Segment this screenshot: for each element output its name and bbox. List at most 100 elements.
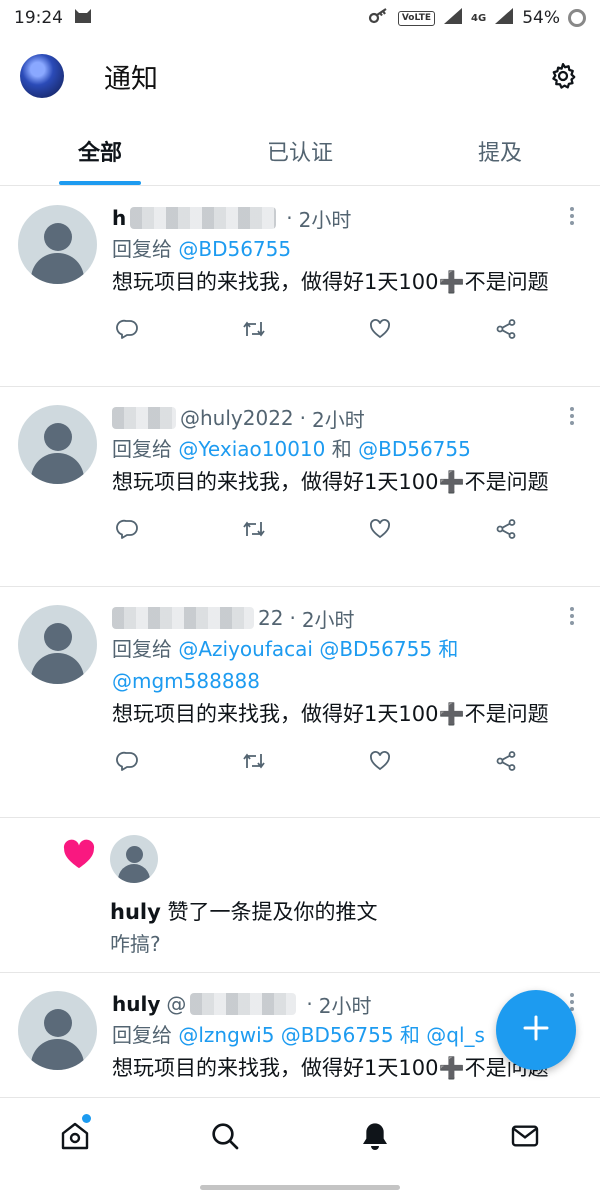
mention-link[interactable]: @ql_s — [426, 1023, 485, 1047]
redacted-name — [130, 207, 277, 229]
liker-name[interactable]: huly — [110, 900, 161, 924]
tab-mentions[interactable]: 提及 — [400, 116, 600, 185]
reply-icon[interactable] — [114, 747, 142, 775]
mention-link[interactable]: @BD56755 — [319, 637, 432, 661]
screen: 19:24 VoLTE 4G 54% 通知 全部 已认证 提及 h · 2小时 … — [0, 0, 600, 1200]
like-icon[interactable] — [366, 515, 394, 543]
redacted-name — [112, 407, 176, 429]
reply-icon[interactable] — [114, 315, 142, 343]
tab-all[interactable]: 全部 — [0, 116, 200, 185]
tweet-item[interactable]: @huly2022 · 2小时 回复给 @Yexiao10010 和 @BD56… — [0, 387, 600, 587]
mention-link[interactable]: @Yexiao10010 — [178, 437, 325, 461]
top-app-bar: 通知 — [0, 36, 600, 116]
avatar[interactable] — [18, 405, 97, 484]
like-summary: huly 赞了一条提及你的推文 — [110, 896, 377, 926]
mail-icon — [509, 1120, 541, 1156]
bottom-nav — [0, 1097, 600, 1177]
retweet-icon[interactable] — [240, 515, 268, 543]
mention-link[interactable]: @mgm588888 — [112, 669, 260, 693]
nav-home[interactable] — [0, 1098, 150, 1177]
search-icon — [209, 1120, 241, 1156]
page-title: 通知 — [104, 63, 158, 95]
reply-prefix: 回复给 — [112, 437, 172, 461]
share-icon[interactable] — [492, 515, 520, 543]
signal-icon-2 — [494, 7, 514, 30]
tab-verified[interactable]: 已认证 — [200, 116, 400, 185]
more-icon[interactable] — [570, 207, 576, 228]
redacted-handle — [190, 993, 297, 1015]
nav-messages[interactable] — [450, 1098, 600, 1177]
plus-icon — [521, 1013, 551, 1047]
key-icon — [368, 7, 390, 30]
retweet-icon[interactable] — [240, 315, 268, 343]
tweet-time: 2小时 — [301, 607, 355, 632]
gear-icon[interactable] — [546, 59, 580, 93]
tweet-time: 2小时 — [318, 993, 372, 1018]
gesture-bar[interactable] — [200, 1185, 400, 1190]
author-handle[interactable]: 22 — [258, 606, 283, 630]
retweet-icon[interactable] — [240, 747, 268, 775]
tweet-actions — [112, 730, 582, 792]
reply-prefix: 回复给 — [112, 1023, 172, 1047]
network-type: 4G — [471, 12, 487, 24]
author-name[interactable]: huly — [112, 992, 160, 1016]
tweet-actions — [112, 298, 582, 360]
reply-icon[interactable] — [114, 515, 142, 543]
tweet-header: h · 2小时 — [112, 203, 582, 233]
like-icon[interactable] — [366, 747, 394, 775]
battery-icon — [568, 9, 586, 27]
mention-link[interactable]: @BD56755 — [178, 237, 291, 261]
and-text: 和 — [331, 437, 352, 461]
mention-link[interactable]: @BD56755 — [281, 1023, 394, 1047]
status-icons: VoLTE 4G 54% — [368, 7, 586, 30]
nav-notifications[interactable] — [300, 1098, 450, 1177]
tab-bar: 全部 已认证 提及 — [0, 116, 600, 186]
like-notification[interactable]: huly 赞了一条提及你的推文 咋搞? — [0, 818, 600, 973]
author-handle[interactable]: @huly2022 — [180, 406, 294, 430]
home-icon — [59, 1120, 91, 1156]
tweet-item[interactable]: h · 2小时 回复给 @BD56755 想玩项目的来找我，做得好1天100➕不… — [0, 187, 600, 387]
compose-button[interactable] — [496, 990, 576, 1070]
share-icon[interactable] — [492, 747, 520, 775]
mention-link[interactable]: @Aziyoufacai — [178, 637, 313, 661]
bell-icon — [359, 1120, 391, 1156]
mention-link[interactable]: @BD56755 — [358, 437, 471, 461]
status-time: 19:24 — [14, 8, 63, 28]
more-icon[interactable] — [570, 607, 576, 628]
redacted-name — [112, 607, 254, 629]
notifications-feed[interactable]: h · 2小时 回复给 @BD56755 想玩项目的来找我，做得好1天100➕不… — [0, 187, 600, 1097]
tweet-text: 想玩项目的来找我，做得好1天100➕不是问题 — [112, 702, 549, 726]
avatar[interactable] — [18, 205, 97, 284]
share-icon[interactable] — [492, 315, 520, 343]
reply-prefix: 回复给 — [112, 237, 172, 261]
liked-tweet-snippet: 咋搞? — [110, 932, 161, 956]
tweet-text: 想玩项目的来找我，做得好1天100➕不是问题 — [112, 470, 549, 494]
volte-badge: VoLTE — [397, 10, 436, 26]
tweet-header: @huly2022 · 2小时 — [112, 403, 582, 433]
tweet-time: 2小时 — [312, 407, 365, 432]
avatar[interactable] — [110, 835, 158, 883]
tweet-actions — [112, 498, 582, 560]
author-handle[interactable]: @ — [166, 992, 186, 1016]
reply-to: 回复给 @Yexiao10010 和 @BD56755 — [112, 433, 582, 465]
and-text: 和 — [399, 1023, 420, 1047]
avatar[interactable] — [18, 991, 97, 1070]
reply-to: 回复给 @BD56755 — [112, 233, 582, 265]
signal-icon — [443, 7, 463, 30]
new-content-dot — [82, 1114, 91, 1123]
nav-search[interactable] — [150, 1098, 300, 1177]
avatar[interactable] — [18, 605, 97, 684]
like-icon[interactable] — [366, 315, 394, 343]
reply-to: 回复给 @Aziyoufacai @BD56755 和 @mgm588888 — [112, 633, 582, 697]
and-text: 和 — [438, 637, 459, 661]
tweet-item[interactable]: 22 · 2小时 回复给 @Aziyoufacai @BD56755 和 @mg… — [0, 587, 600, 818]
tweet-time: 2小时 — [298, 207, 352, 232]
mention-link[interactable]: @lzngwi5 — [178, 1023, 274, 1047]
cat-notification-icon — [73, 7, 93, 30]
reply-prefix: 回复给 — [112, 637, 172, 661]
author-name[interactable]: h — [112, 206, 126, 230]
battery-percent: 54% — [522, 8, 560, 28]
tweet-text: 想玩项目的来找我，做得好1天100➕不是问题 — [112, 270, 549, 294]
more-icon[interactable] — [570, 407, 576, 428]
profile-avatar[interactable] — [20, 54, 64, 98]
